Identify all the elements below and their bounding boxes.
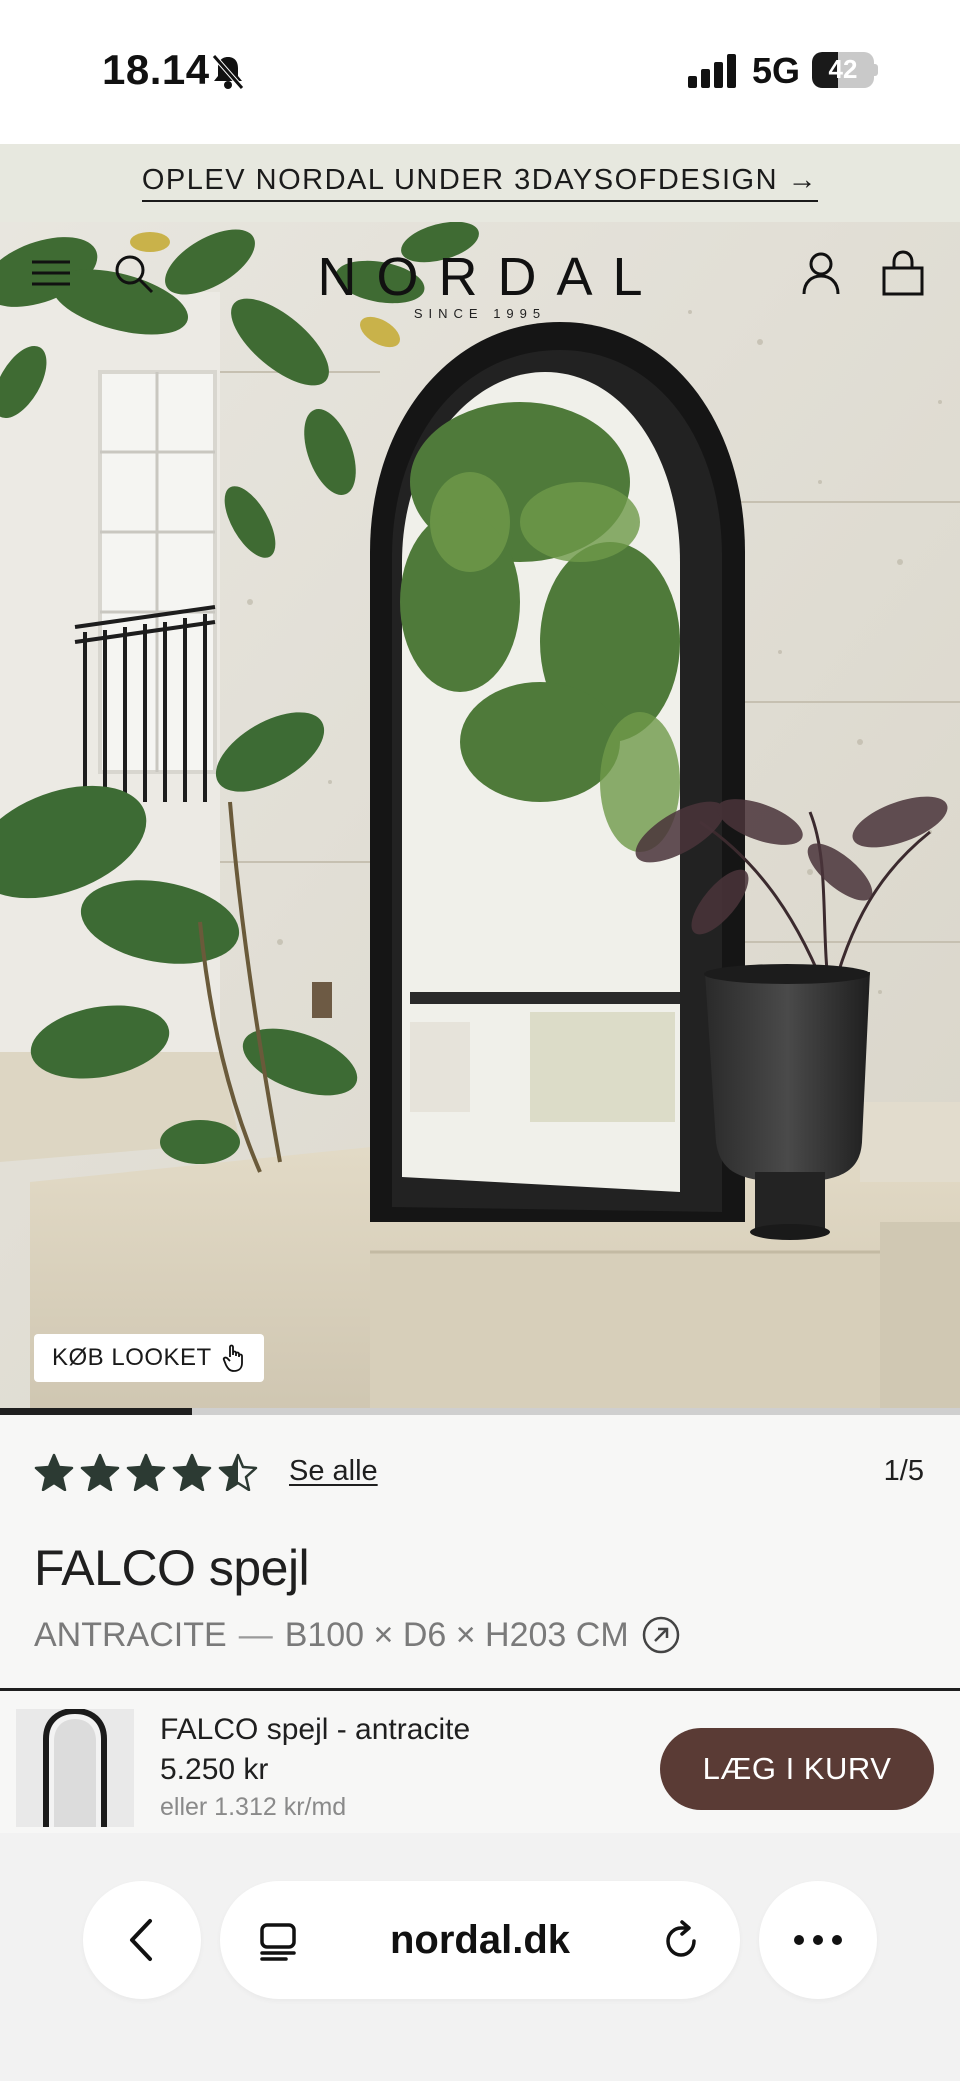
back-icon xyxy=(130,1919,152,1961)
shop-the-look-label: KØB LOOKET xyxy=(52,1344,212,1371)
more-icon xyxy=(794,1935,842,1945)
add-to-cart-button[interactable]: LÆG I KURV xyxy=(660,1728,934,1810)
promo-link[interactable]: OPLEV NORDAL UNDER 3DAYSOFDESIGN → xyxy=(141,164,819,202)
status-time: 18.14 xyxy=(102,46,210,93)
sticky-monthly-price: eller 1.312 kr/md xyxy=(160,1793,347,1821)
variant-separator: — xyxy=(238,1615,273,1654)
rating-stars[interactable] xyxy=(34,1453,258,1491)
star-full-icon xyxy=(172,1453,212,1491)
browser-toolbar: nordal.dk xyxy=(0,1833,960,2081)
network-type: 5G xyxy=(752,50,801,91)
status-bar: 18.14 5G 42 xyxy=(0,0,960,144)
more-button[interactable] xyxy=(759,1881,877,1999)
sticky-product-price: 5.250 kr xyxy=(160,1753,269,1786)
product-color: ANTRACITE xyxy=(34,1615,227,1654)
gallery-progress xyxy=(0,1408,960,1415)
gallery-progress-fill xyxy=(0,1408,192,1415)
product-dimensions: B100 × D6 × H203 CM xyxy=(284,1615,629,1654)
star-full-icon xyxy=(126,1453,166,1491)
battery-icon: 42 xyxy=(812,52,878,88)
address-bar[interactable]: nordal.dk xyxy=(220,1881,740,1999)
product-variant: ANTRACITE — B100 × D6 × H203 CM xyxy=(34,1615,681,1655)
bell-slash-icon xyxy=(212,54,244,90)
reload-icon[interactable] xyxy=(660,1919,704,1963)
bag-icon[interactable] xyxy=(880,248,926,298)
gallery-pager: 1/5 xyxy=(883,1455,924,1487)
hero-photo xyxy=(0,222,960,1415)
product-title: FALCO spejl xyxy=(34,1540,310,1596)
signal-icon xyxy=(688,54,736,88)
sticky-product-name: FALCO spejl - antracite xyxy=(160,1713,471,1746)
battery-percent: 42 xyxy=(828,54,858,84)
external-link-icon[interactable] xyxy=(641,1615,681,1655)
star-full-icon xyxy=(80,1453,120,1491)
brand-name: NORDAL xyxy=(317,247,663,307)
product-thumbnail xyxy=(16,1709,134,1827)
shop-the-look-button[interactable]: KØB LOOKET xyxy=(34,1334,264,1382)
hand-pointer-icon xyxy=(222,1344,243,1372)
hero-image[interactable]: NORDAL SINCE 1995 KØB LOOKET xyxy=(0,222,960,1415)
account-icon[interactable] xyxy=(798,248,844,298)
back-button[interactable] xyxy=(83,1881,201,1999)
star-full-icon xyxy=(34,1453,74,1491)
product-info: Se alle 1/5 FALCO spejl ANTRACITE — B100… xyxy=(0,1415,960,1690)
promo-banner: OPLEV NORDAL UNDER 3DAYSOFDESIGN → xyxy=(0,144,960,222)
brand-since: SINCE 1995 xyxy=(413,306,547,321)
star-half-icon xyxy=(218,1453,258,1491)
see-all-reviews-link[interactable]: Se alle xyxy=(289,1455,378,1488)
sticky-add-to-cart: FALCO spejl - antracite 5.250 kr eller 1… xyxy=(0,1688,960,1833)
